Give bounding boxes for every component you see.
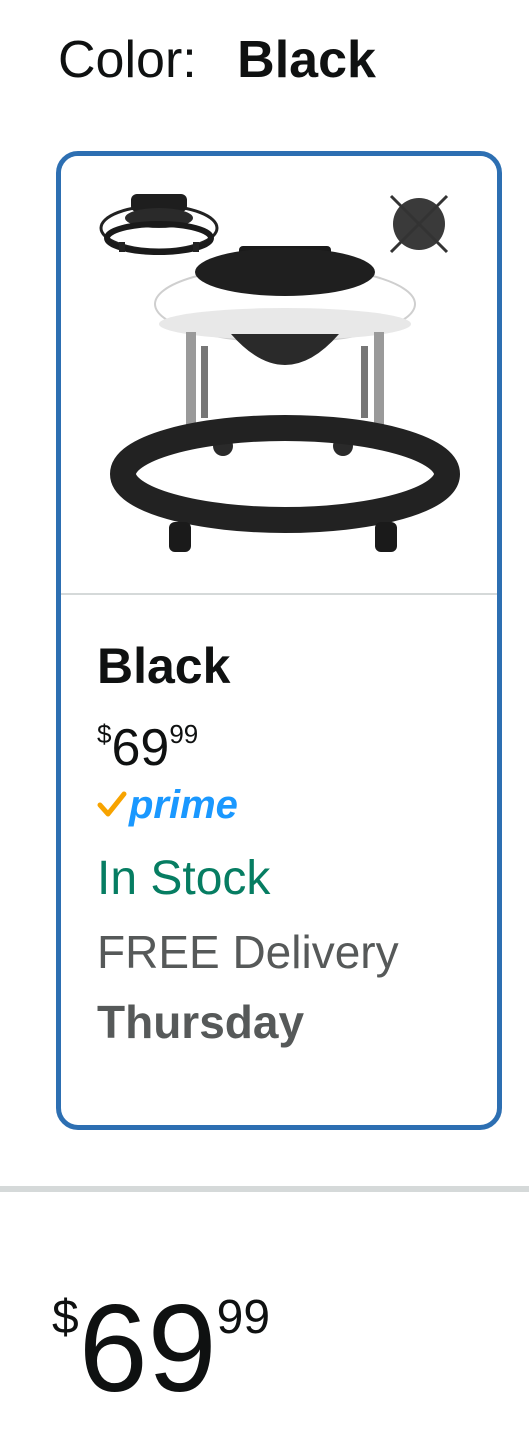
swatch-info: Black $6999 prime In Stock FREE Delivery… bbox=[97, 636, 487, 1050]
main-price-fraction: 99 bbox=[216, 1291, 271, 1344]
section-separator bbox=[0, 1186, 529, 1192]
color-swatch-black[interactable]: Black $6999 prime In Stock FREE Delivery… bbox=[56, 151, 502, 1130]
price-fraction: 99 bbox=[169, 719, 199, 749]
delivery-day: Thursday bbox=[97, 996, 305, 1048]
main-price: $6999 bbox=[52, 1258, 270, 1447]
stock-status: In Stock bbox=[97, 852, 271, 905]
color-selector-header: Color: Black bbox=[58, 28, 376, 92]
product-image bbox=[61, 156, 497, 593]
price-whole: 69 bbox=[111, 719, 170, 777]
prime-badge: prime bbox=[97, 782, 487, 828]
price-currency-symbol: $ bbox=[97, 719, 112, 749]
swatch-price: $6999 bbox=[97, 704, 487, 777]
prime-label: prime bbox=[129, 783, 238, 827]
baby-walker-image bbox=[99, 194, 460, 552]
swatch-divider bbox=[61, 593, 497, 595]
walker-main bbox=[110, 246, 460, 552]
selected-color-value: Black bbox=[237, 31, 376, 89]
prime-check-icon bbox=[97, 791, 127, 817]
walker-top-view-thumbnail bbox=[99, 194, 219, 255]
main-price-whole: 69 bbox=[78, 1280, 217, 1418]
walker-pad-accessory bbox=[389, 194, 449, 254]
main-price-currency-symbol: $ bbox=[52, 1291, 79, 1344]
delivery-label: FREE Delivery bbox=[97, 926, 399, 978]
swatch-color-name: Black bbox=[97, 638, 231, 694]
color-label: Color: bbox=[58, 31, 197, 89]
